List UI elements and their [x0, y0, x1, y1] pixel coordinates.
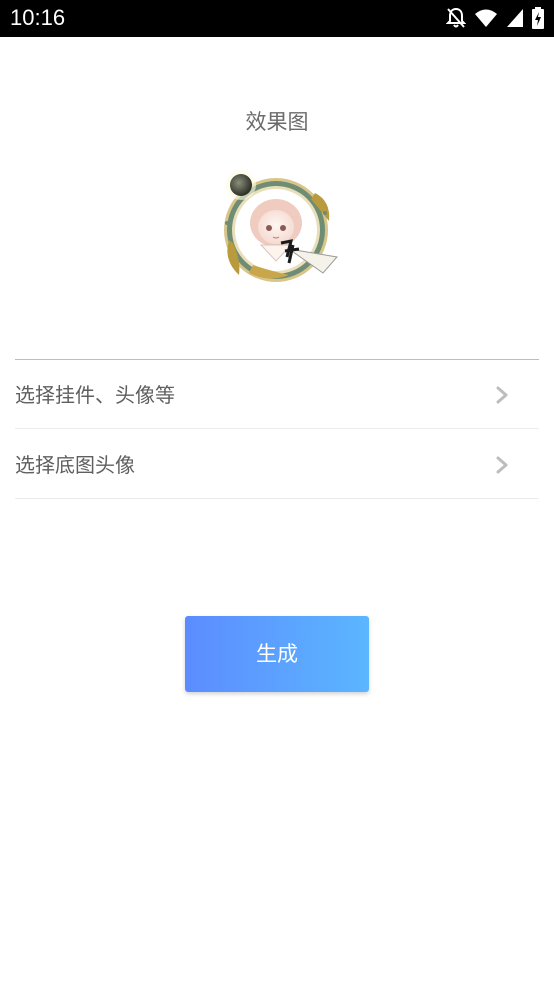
- battery-charging-icon: [532, 7, 544, 29]
- chevron-right-icon: [495, 456, 509, 474]
- preview-title: 效果图: [245, 110, 309, 134]
- cellular-signal-icon: [506, 8, 524, 28]
- generate-button[interactable]: 生成: [185, 616, 369, 692]
- select-base-avatar-row[interactable]: 选择底图头像: [15, 431, 539, 499]
- status-bar: 10:16: [0, 0, 554, 37]
- select-pendant-row[interactable]: 选择挂件、头像等: [15, 361, 539, 429]
- status-time: 10:16: [10, 5, 66, 30]
- avatar-preview: [219, 165, 341, 287]
- wifi-icon: [474, 8, 498, 28]
- select-base-avatar-label: 选择底图头像: [15, 453, 135, 477]
- notifications-off-icon: [446, 7, 466, 29]
- divider: [15, 359, 539, 360]
- chevron-right-icon: [495, 386, 509, 404]
- select-pendant-label: 选择挂件、头像等: [15, 383, 175, 407]
- status-icons: [446, 7, 544, 29]
- main-content: 效果图 选择挂件、头像等 选择底图头像 生成: [0, 37, 554, 985]
